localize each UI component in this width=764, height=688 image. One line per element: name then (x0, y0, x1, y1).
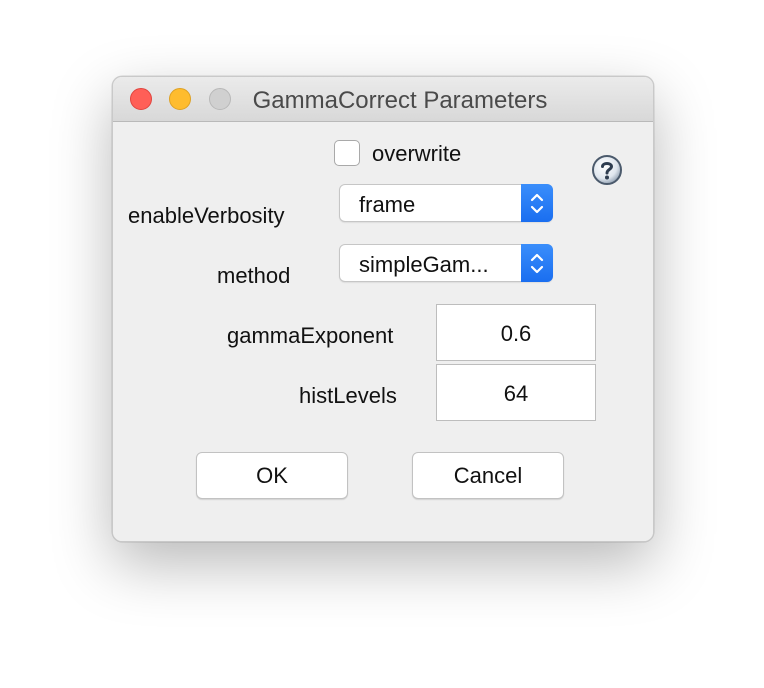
enable-verbosity-value: frame (359, 192, 416, 217)
gamma-exponent-field[interactable]: 0.6 (436, 304, 596, 361)
method-label: method (217, 263, 291, 288)
hist-levels-label: histLevels (299, 383, 397, 408)
ok-button[interactable]: OK (196, 452, 348, 499)
chevron-up-down-icon (521, 244, 553, 282)
gamma-exponent-value: 0.6 (500, 321, 532, 346)
overwrite-label: overwrite (372, 141, 462, 166)
overwrite-checkbox[interactable] (334, 140, 360, 166)
method-select[interactable]: simpleGam... (339, 244, 553, 282)
cancel-button[interactable]: Cancel (412, 452, 564, 499)
gamma-exponent-label: gammaExponent (227, 323, 394, 348)
hist-levels-value: 64 (503, 381, 529, 406)
enable-verbosity-label: enableVerbosity (128, 203, 285, 228)
method-value: simpleGam... (359, 252, 489, 277)
enable-verbosity-select[interactable]: frame (339, 184, 553, 222)
title-bar[interactable]: GammaCorrect Parameters (113, 77, 653, 122)
window-title: GammaCorrect Parameters (252, 87, 548, 114)
dialog-content: overwrite enableVerbosity frame method s… (113, 122, 653, 541)
chevron-up-down-icon (521, 184, 553, 222)
hist-levels-field[interactable]: 64 (436, 364, 596, 421)
parameters-dialog: GammaCorrect Parameters overwrite enable… (112, 76, 654, 542)
help-question-icon[interactable] (591, 154, 623, 186)
